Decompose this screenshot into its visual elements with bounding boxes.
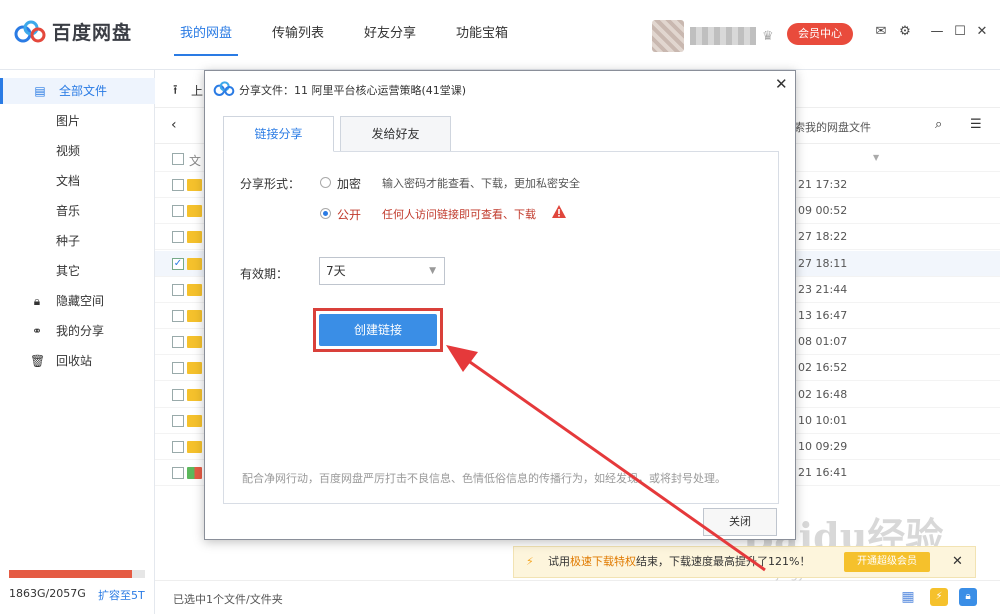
tab-link-share[interactable]: 链接分享 <box>223 116 334 152</box>
annotation-arrow <box>446 345 766 572</box>
